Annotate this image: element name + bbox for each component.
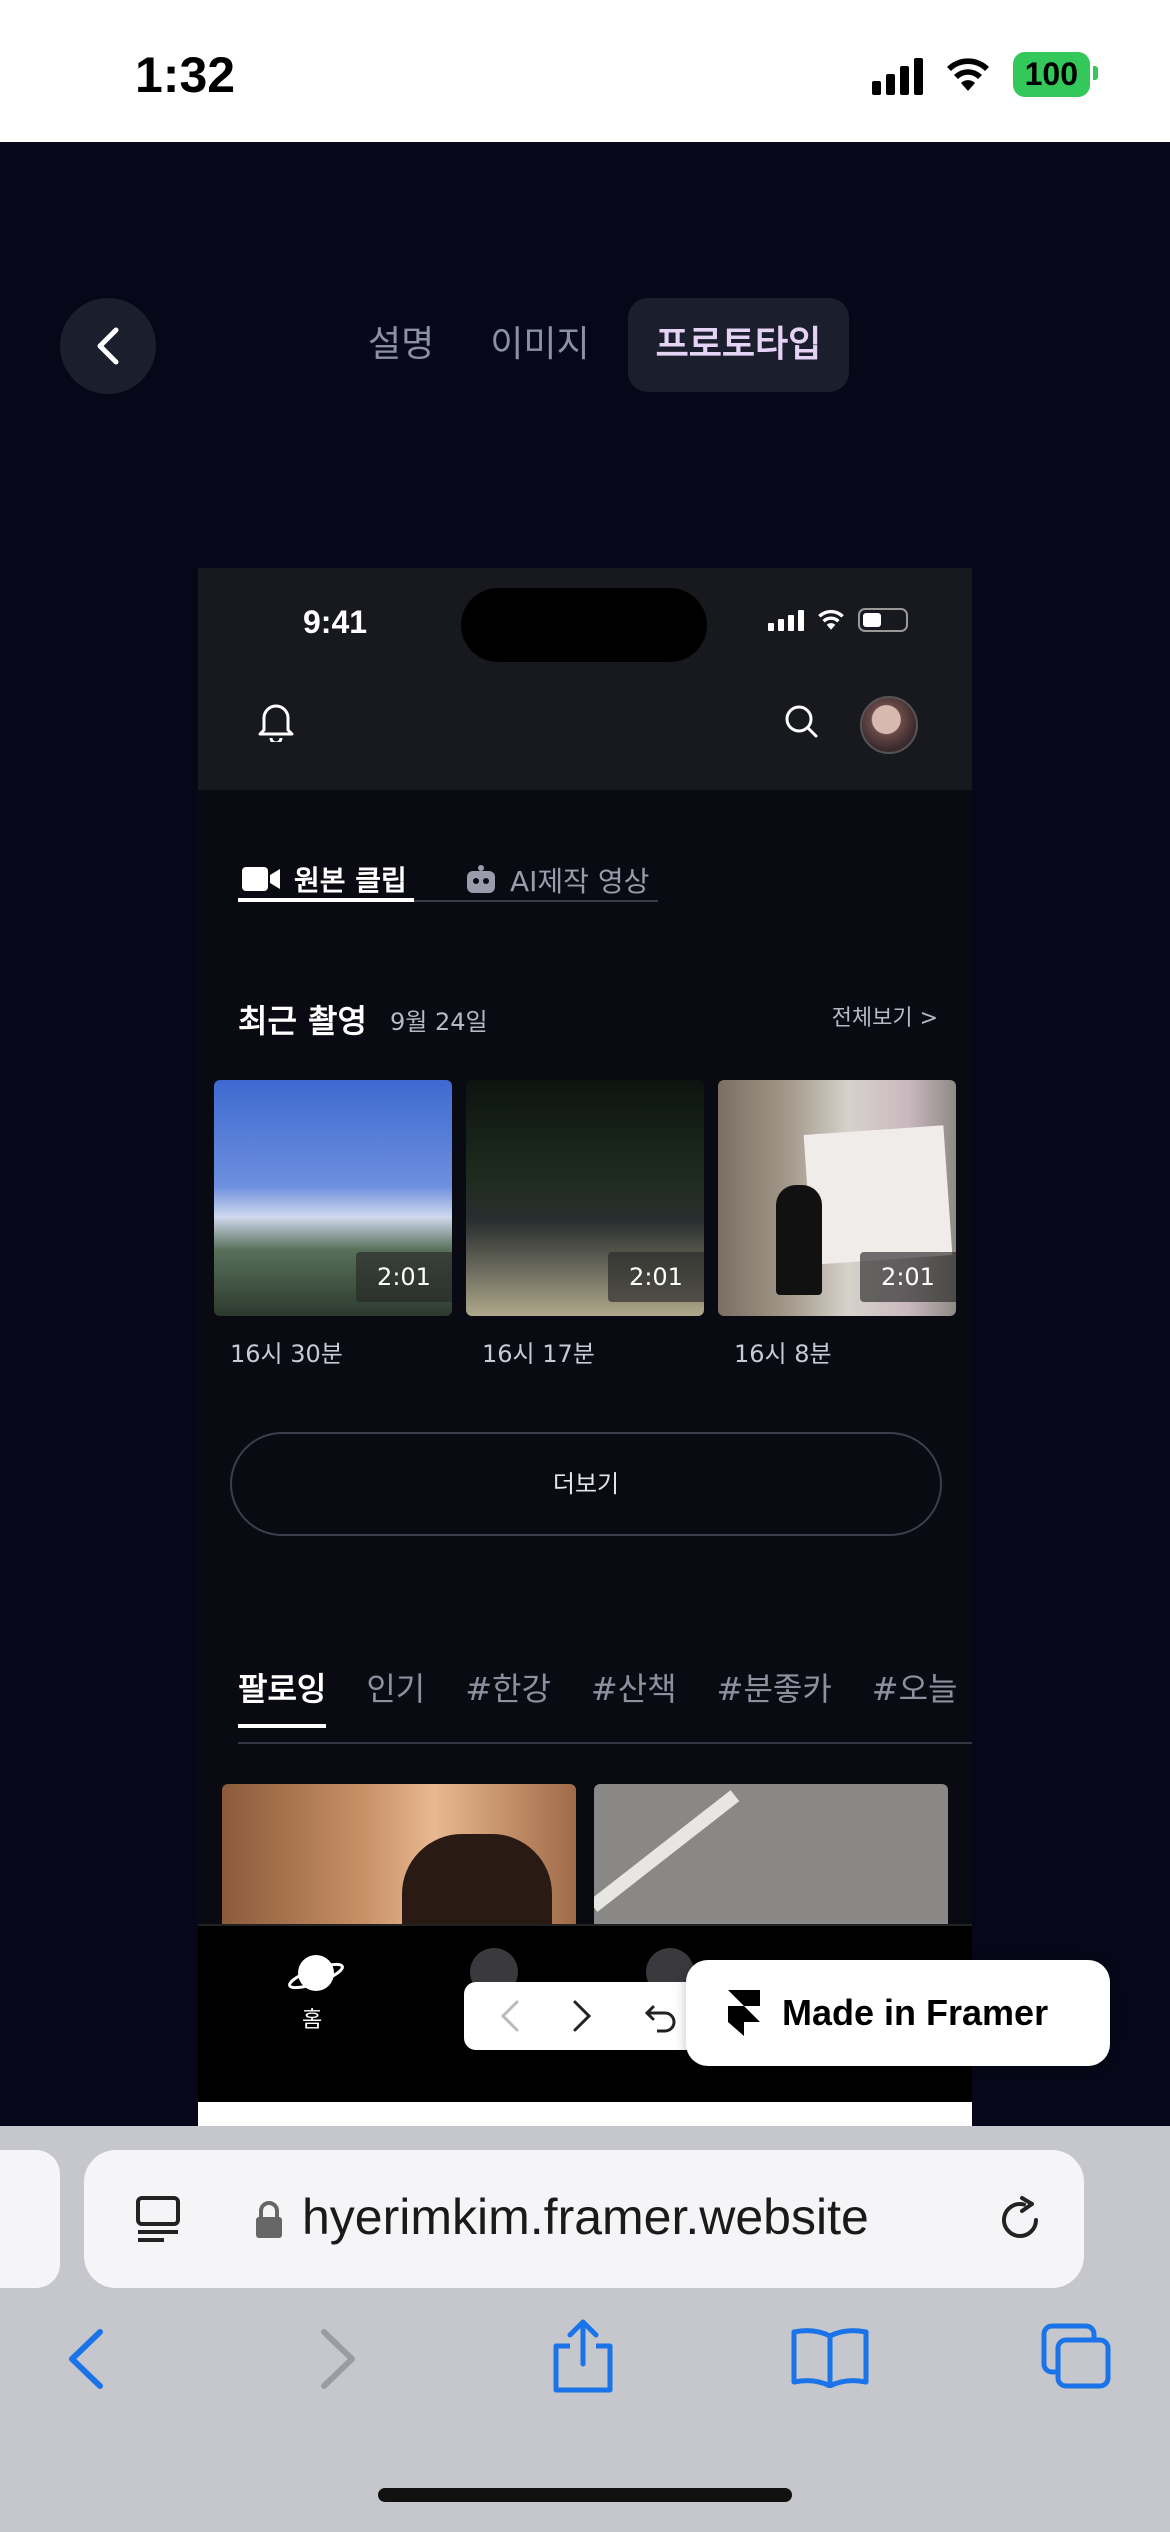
tab-ai-videos[interactable]: AI제작 영상 (462, 860, 651, 900)
feed-card[interactable] (594, 1784, 948, 1924)
clip-thumbnail[interactable]: 2:01 (214, 1080, 452, 1316)
prev-icon[interactable] (499, 1999, 521, 2033)
planet-home-icon[interactable] (286, 1948, 346, 1998)
video-camera-icon (242, 867, 280, 891)
feed-tag-tabs: 팔로잉 인기 #한강 #산책 #분좋카 #오늘 (238, 1664, 957, 1728)
chevron-left-icon (97, 327, 119, 365)
address-bar[interactable]: hyerimkim.framer.website (84, 2150, 1084, 2288)
lock-icon (256, 2201, 282, 2238)
see-all-link[interactable]: 전체보기 > (832, 1000, 938, 1032)
mockup-status-icons (768, 608, 908, 632)
mockup-wifi-icon (818, 609, 844, 630)
tag-following[interactable]: 팔로잉 (238, 1664, 327, 1728)
clip-time: 16시 30분 (230, 1340, 343, 1368)
adjacent-tab-preview[interactable] (0, 2150, 60, 2288)
ios-status-bar: 1:32 100 (0, 0, 1170, 142)
tab-description[interactable]: 설명 (340, 298, 462, 392)
mockup-status-time: 9:41 (303, 604, 368, 640)
status-time: 1:32 (135, 47, 236, 103)
mockup-signal-icon (768, 609, 804, 631)
url-text: hyerimkim.framer.website (302, 2189, 869, 2245)
tag-today[interactable]: #오늘 (872, 1664, 958, 1728)
mockup-header: 9:41 (198, 568, 972, 790)
recent-section-title: 최근 촬영 (238, 1002, 367, 1040)
wifi-icon (946, 57, 989, 91)
tab-image[interactable]: 이미지 (462, 298, 617, 392)
mockup-battery-icon (858, 608, 908, 632)
clip-time: 16시 17분 (482, 1340, 595, 1368)
mockup-bottom-strip (198, 2102, 972, 2128)
safari-toolbar: hyerimkim.framer.website (0, 2126, 1170, 2532)
page-menu-icon[interactable] (134, 2194, 186, 2246)
dynamic-island (461, 588, 707, 662)
prototype-mockup: 9:41 원본 클립 AI제작 영상 최근 촬영 9월 24일 전체보기 > 2… (198, 568, 972, 2128)
clip-duration: 2:01 (356, 1252, 452, 1302)
recent-date: 9월 24일 (390, 1008, 488, 1036)
framer-badge-label: Made in Framer (782, 1992, 1049, 2033)
clip-time-labels: 16시 30분 16시 17분 16시 8분 (230, 1334, 972, 1369)
divider (238, 1742, 972, 1744)
robot-icon (467, 865, 495, 893)
avatar[interactable] (860, 696, 918, 754)
back-button[interactable] (60, 298, 156, 394)
forward-arrow-icon[interactable] (316, 2326, 360, 2392)
clip-thumbnail[interactable]: 2:01 (718, 1080, 956, 1316)
undo-icon[interactable] (643, 1999, 679, 2033)
content-tabs: 원본 클립 AI제작 영상 (238, 860, 658, 902)
reload-icon[interactable] (994, 2194, 1046, 2246)
bell-icon[interactable] (256, 698, 296, 742)
tag-cafe[interactable]: #분좋카 (717, 1664, 832, 1728)
tab-ai-label: AI제작 영상 (510, 865, 650, 898)
nav-home-label: 홈 (302, 2008, 323, 2033)
clip-duration: 2:01 (608, 1252, 704, 1302)
feed-card[interactable] (222, 1784, 576, 1924)
bookmarks-icon[interactable] (790, 2326, 870, 2388)
framer-nav-pill (464, 1982, 714, 2050)
clip-duration: 2:01 (860, 1252, 956, 1302)
search-icon[interactable] (782, 702, 822, 742)
home-indicator (378, 2488, 792, 2502)
tab-original-clips[interactable]: 원본 클립 (238, 860, 414, 902)
clip-thumbnail[interactable]: 2:01 (466, 1080, 704, 1316)
more-button[interactable]: 더보기 (230, 1432, 942, 1536)
tab-original-label: 원본 클립 (294, 864, 407, 897)
status-icons: 100 (871, 52, 1099, 97)
back-arrow-icon[interactable] (64, 2326, 108, 2392)
tag-popular[interactable]: 인기 (366, 1664, 425, 1728)
next-icon[interactable] (571, 1999, 593, 2033)
cellular-signal-icon (871, 55, 923, 95)
share-icon[interactable] (548, 2318, 618, 2394)
tag-walk[interactable]: #산책 (591, 1664, 677, 1728)
tabs-icon[interactable] (1040, 2322, 1114, 2392)
clip-time: 16시 8분 (734, 1340, 832, 1368)
tag-hangang[interactable]: #한강 (465, 1664, 551, 1728)
made-in-framer-badge[interactable]: Made in Framer (686, 1960, 1110, 2066)
clip-thumbnails: 2:01 2:01 2:01 (214, 1080, 956, 1316)
top-tab-bar: 설명 이미지 프로토타입 (340, 298, 850, 392)
tab-prototype[interactable]: 프로토타입 (627, 298, 850, 392)
framer-logo-icon (728, 1990, 760, 2036)
battery-icon: 100 (1012, 52, 1099, 97)
